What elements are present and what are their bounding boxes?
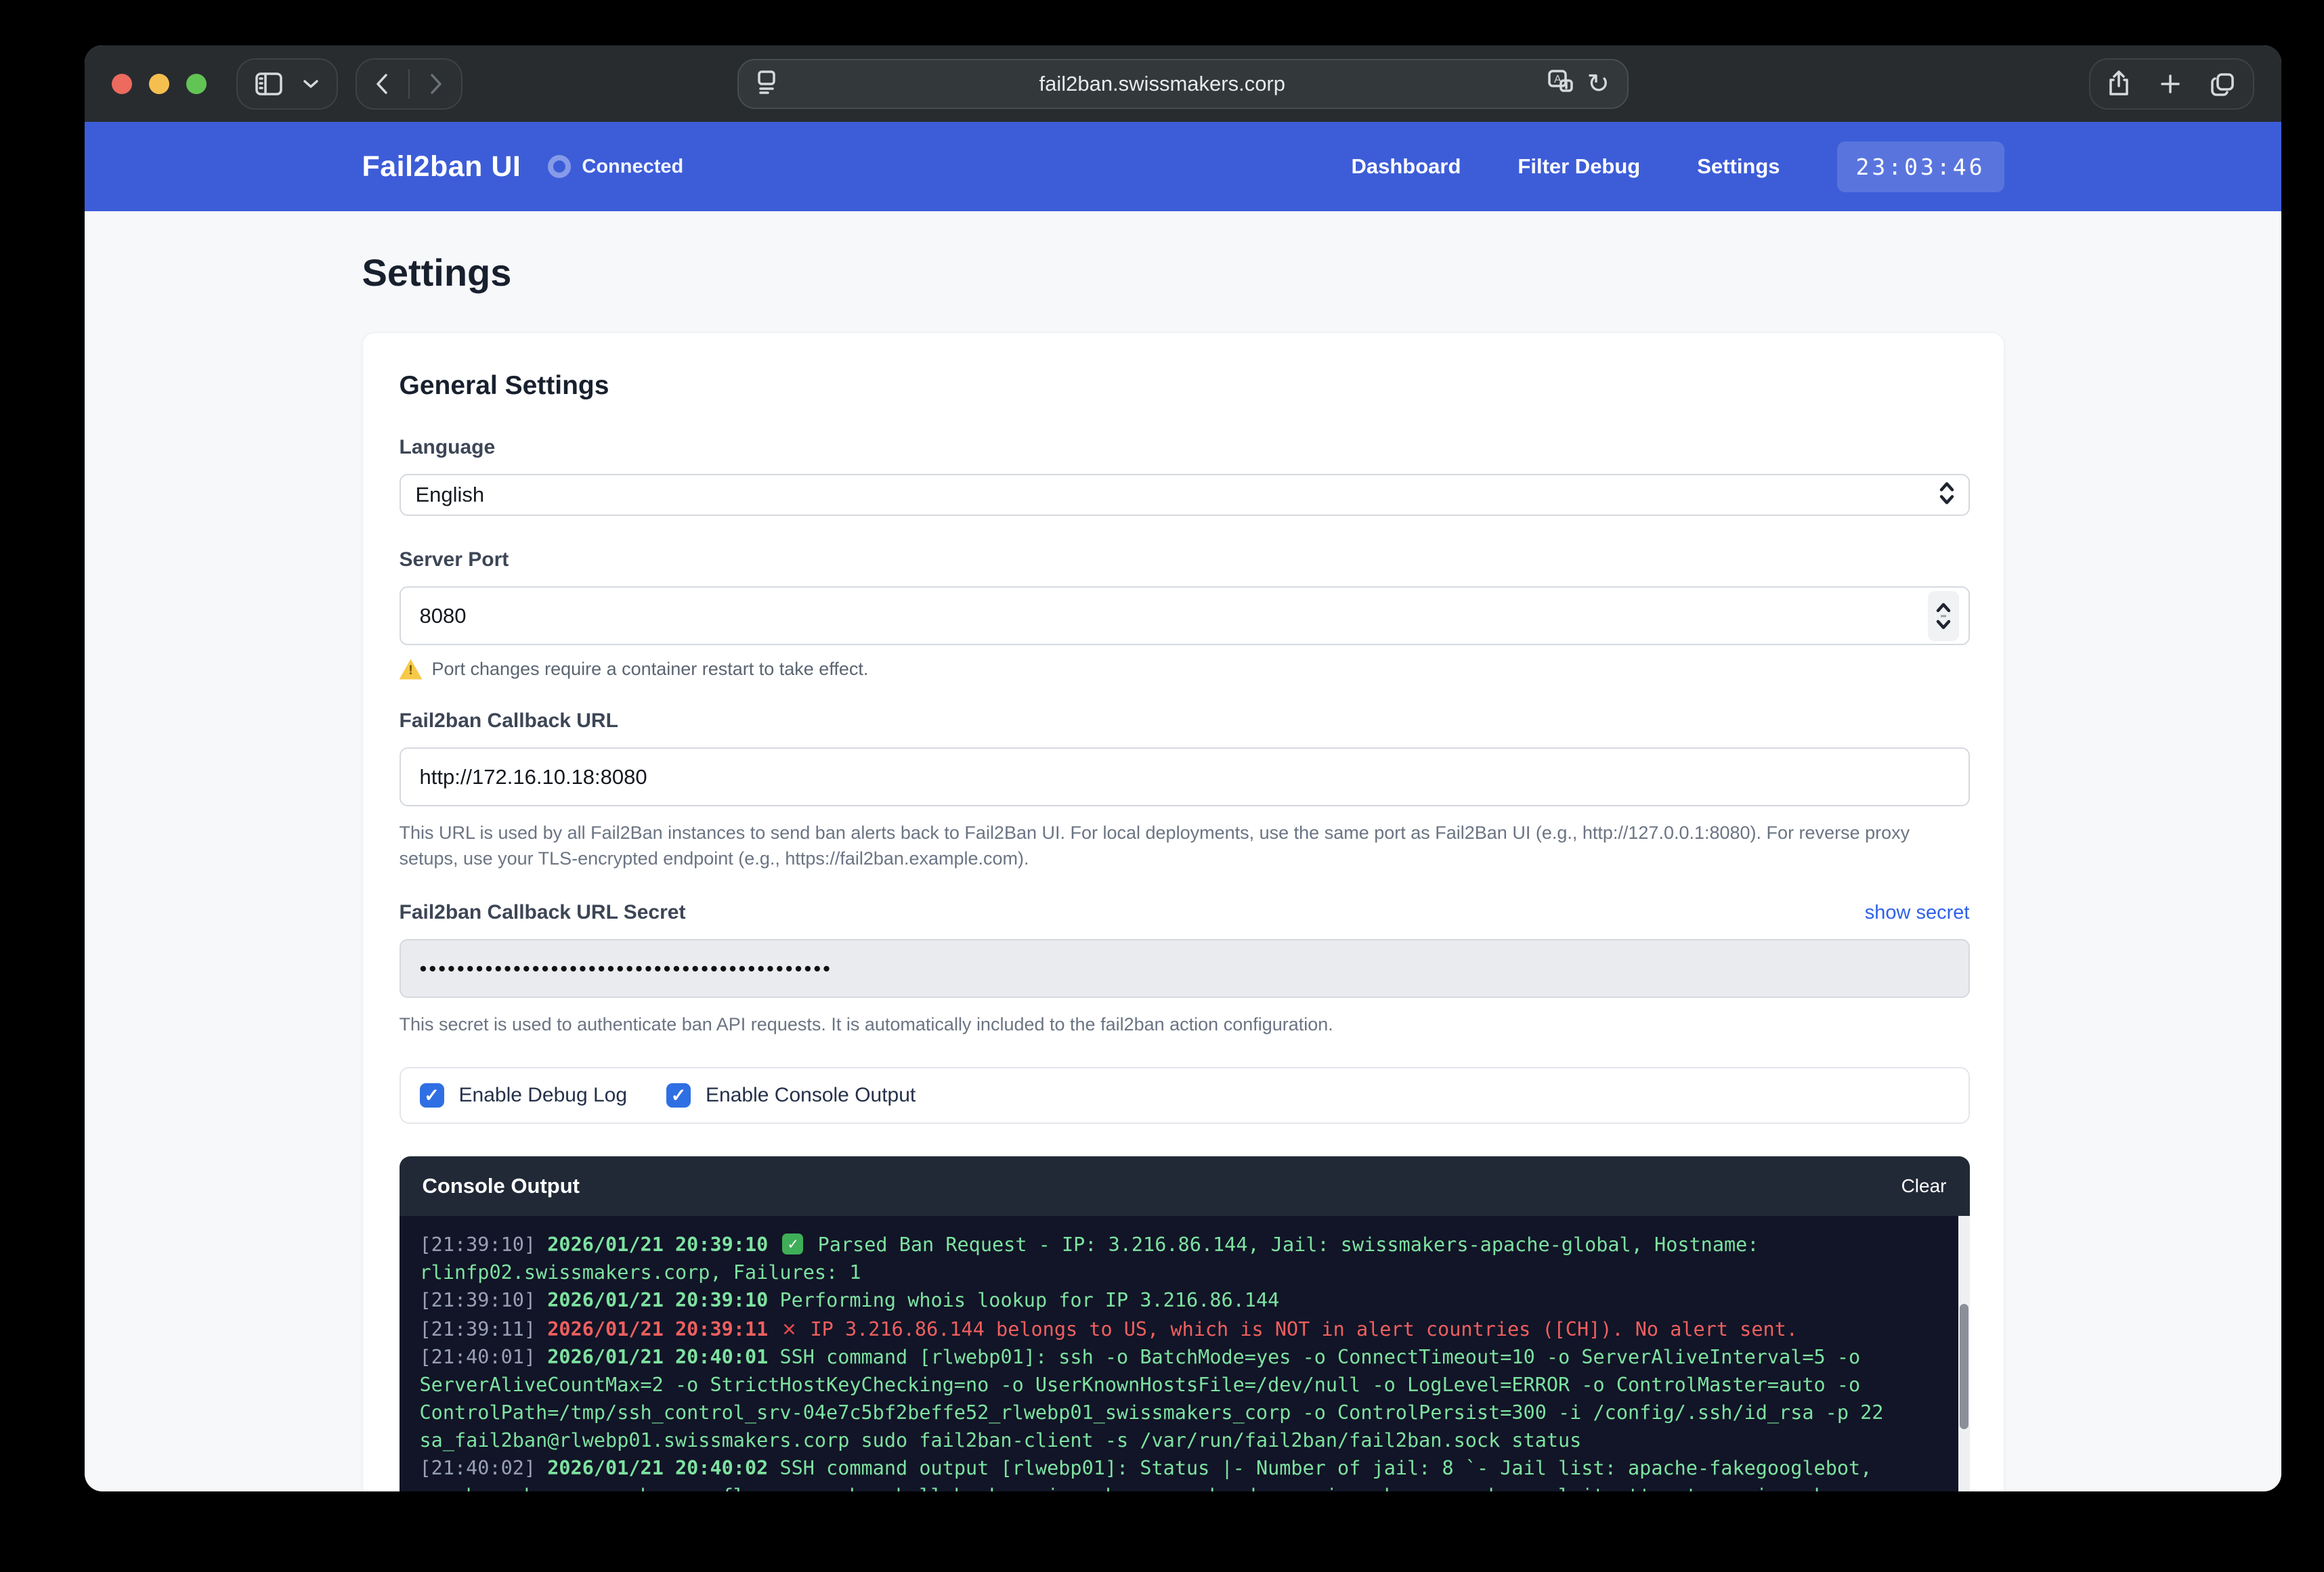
enable-debug-log-label: Enable Debug Log [459,1084,628,1107]
browser-window: fail2ban.swissmakers.corp A ↻ [85,45,2281,1491]
log-message: Performing whois lookup for IP 3.216.86.… [779,1289,1279,1311]
callback-secret-help: This secret is used to authenticate ban … [400,1011,1970,1037]
log-datetime: 2026/01/21 20:39:10 [547,1289,768,1311]
log-timestamp: [21:39:10] [420,1289,536,1311]
page-title: Settings [362,250,2004,294]
page-content: Settings General Settings Language Engli… [85,211,2281,1491]
server-port-label: Server Port [400,548,1970,571]
callback-url-input[interactable]: http://172.16.10.18:8080 [400,747,1970,806]
screen: fail2ban.swissmakers.corp A ↻ [0,0,2324,1572]
back-button[interactable] [373,72,391,96]
tab-overview-icon[interactable] [2210,70,2237,97]
callback-secret-label: Fail2ban Callback URL Secret [400,901,686,924]
status-label: Connected [582,156,683,178]
translate-icon[interactable]: A [1547,68,1574,99]
debug-options-row: Enable Debug Log Enable Console Output [400,1067,1970,1124]
log-line: [21:40:01] 2026/01/21 20:40:01 SSH comma… [420,1343,1935,1454]
callback-url-value: http://172.16.10.18:8080 [420,765,647,789]
close-window-button[interactable] [112,74,132,94]
log-timestamp: [21:40:02] [420,1457,536,1479]
window-actions-group [2089,58,2254,110]
log-timestamp: [21:39:11] [420,1318,536,1340]
log-line: [21:39:10] 2026/01/21 20:39:10 Parsed Ba… [420,1231,1935,1286]
forward-button[interactable] [427,72,445,96]
server-port-input[interactable]: 8080 [400,586,1970,645]
port-warning-text: Port changes require a container restart… [432,659,869,680]
browser-toolbar: fail2ban.swissmakers.corp A ↻ [85,45,2281,122]
history-nav-group [356,58,462,110]
language-label: Language [400,436,1970,459]
minimize-window-button[interactable] [149,74,169,94]
nav-link-settings[interactable]: Settings [1697,154,1780,179]
console-header: Console Output Clear [400,1156,1970,1216]
sidebar-button-group [236,58,338,110]
show-secret-link[interactable]: show secret [1865,902,1970,924]
enable-console-output-checkbox[interactable]: Enable Console Output [666,1083,916,1108]
connection-status: Connected [548,155,683,178]
section-title: General Settings [400,371,1970,401]
page-settings-icon[interactable] [756,68,777,100]
error-icon: ✕ [782,1314,796,1342]
callback-url-label: Fail2ban Callback URL [400,709,1970,733]
console-scrollbar-thumb[interactable] [1960,1304,1968,1429]
clock-badge: 23:03:46 [1837,141,2004,192]
url-text[interactable]: fail2ban.swissmakers.corp [777,72,1547,96]
divider [408,69,410,99]
url-bar[interactable]: fail2ban.swissmakers.corp A ↻ [737,59,1629,109]
server-port-value: 8080 [420,604,467,628]
new-tab-icon[interactable] [2158,72,2182,96]
console-title: Console Output [423,1174,580,1198]
language-value: English [416,483,485,507]
success-icon [782,1233,803,1254]
nav-link-filter-debug[interactable]: Filter Debug [1518,154,1640,179]
log-datetime: 2026/01/21 20:39:10 [547,1233,768,1256]
console-panel: Console Output Clear [21:39:10] 2026/01/… [400,1156,1970,1491]
console-scrollbar[interactable] [1958,1216,1970,1491]
log-line: [21:39:10] 2026/01/21 20:39:10 Performin… [420,1286,1935,1314]
enable-console-output-label: Enable Console Output [706,1084,916,1107]
log-datetime: 2026/01/21 20:40:01 [547,1346,768,1368]
sidebar-icon[interactable] [254,71,284,97]
console-output[interactable]: [21:39:10] 2026/01/21 20:39:10 Parsed Ba… [400,1216,1970,1491]
chevron-down-icon[interactable] [301,78,320,90]
log-datetime: 2026/01/21 20:40:02 [547,1457,768,1479]
share-icon[interactable] [2107,70,2131,98]
log-timestamp: [21:39:10] [420,1233,536,1256]
log-timestamp: [21:40:01] [420,1346,536,1368]
traffic-lights [112,74,207,94]
reload-icon[interactable]: ↻ [1587,70,1610,97]
log-line: [21:39:11] 2026/01/21 20:39:11 ✕ IP 3.21… [420,1314,1935,1343]
warning-icon: ! [400,659,423,680]
nav-link-dashboard[interactable]: Dashboard [1351,154,1461,179]
port-warning: ! Port changes require a container resta… [400,659,1970,680]
status-ring-icon [548,155,571,178]
callback-secret-input[interactable]: ••••••••••••••••••••••••••••••••••••••••… [400,939,1970,998]
checkbox-checked-icon[interactable] [420,1083,444,1108]
log-datetime: 2026/01/21 20:39:11 [547,1318,768,1340]
number-stepper[interactable] [1928,591,1959,641]
clear-console-button[interactable]: Clear [1901,1175,1947,1197]
general-settings-card: General Settings Language English Server… [362,332,2004,1491]
app-navbar: Fail2ban UI Connected Dashboard Filter D… [85,122,2281,211]
select-chevrons-icon [1936,479,1958,512]
log-line: [21:40:02] 2026/01/21 20:40:02 SSH comma… [420,1454,1935,1491]
app-brand: Fail2ban UI [362,150,521,183]
language-select[interactable]: English [400,474,1970,516]
callback-secret-value: ••••••••••••••••••••••••••••••••••••••••… [420,957,833,981]
callback-url-help: This URL is used by all Fail2Ban instanc… [400,820,1970,871]
checkbox-checked-icon[interactable] [666,1083,691,1108]
zoom-window-button[interactable] [186,74,207,94]
enable-debug-log-checkbox[interactable]: Enable Debug Log [420,1083,628,1108]
log-message: IP 3.216.86.144 belongs to US, which is … [811,1318,1798,1340]
